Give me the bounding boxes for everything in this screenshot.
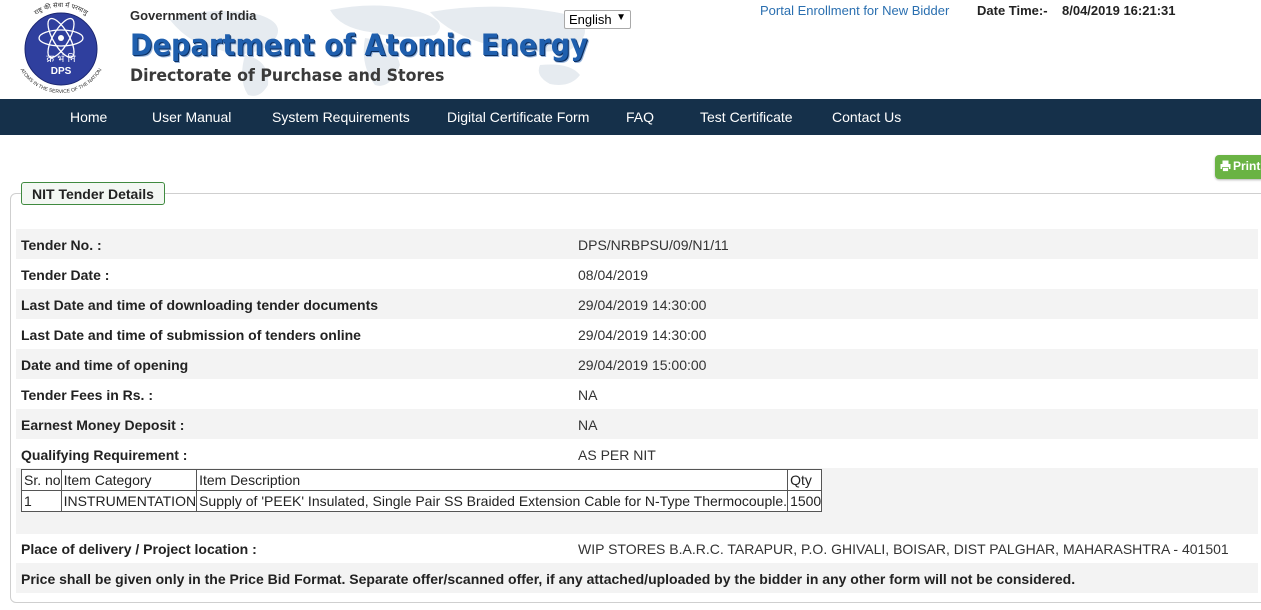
detail-row: Earnest Money Deposit : NA — [16, 409, 1258, 439]
price-note: Price shall be given only in the Price B… — [21, 571, 1076, 587]
logo-hindi-text: क्र भं नि — [46, 53, 76, 65]
print-label: Print — [1233, 159, 1261, 173]
table-header-cell: Qty — [787, 469, 823, 491]
delivery-value: WIP STORES B.A.R.C. TARAPUR, P.O. GHIVAL… — [578, 541, 1229, 557]
detail-row: Last Date and time of downloading tender… — [16, 289, 1258, 319]
directorate-subtitle: Directorate of Purchase and Stores — [130, 66, 445, 86]
price-note-row: Price shall be given only in the Price B… — [16, 563, 1258, 593]
dropdown-arrow-icon: ▼ — [616, 12, 626, 23]
detail-label: Earnest Money Deposit : — [21, 417, 185, 433]
detail-row: Date and time of opening 29/04/2019 15:0… — [16, 349, 1258, 379]
section-title: NIT Tender Details — [21, 182, 165, 205]
nav-user-manual[interactable]: User Manual — [152, 109, 231, 125]
datetime-value: 8/04/2019 16:21:31 — [1062, 3, 1176, 18]
items-table: Sr. no Item Category Item Description Qt… — [21, 469, 823, 512]
nav-faq[interactable]: FAQ — [626, 109, 654, 125]
nav-system-requirements[interactable]: System Requirements — [272, 109, 410, 125]
detail-value: AS PER NIT — [578, 447, 656, 463]
detail-row: Tender Date : 08/04/2019 — [16, 259, 1258, 289]
datetime-label: Date Time:- — [977, 3, 1048, 18]
delivery-label: Place of delivery / Project location : — [21, 541, 257, 557]
table-header-cell: Sr. no — [21, 469, 62, 491]
printer-icon — [1220, 160, 1231, 172]
detail-value: NA — [578, 417, 598, 433]
detail-label: Qualifying Requirement : — [21, 447, 188, 463]
nav-digital-certificate-form[interactable]: Digital Certificate Form — [447, 109, 589, 125]
nav-home[interactable]: Home — [70, 109, 107, 125]
language-select[interactable]: English ▼ — [564, 10, 631, 29]
detail-label: Last Date and time of submission of tend… — [21, 327, 361, 343]
detail-label: Last Date and time of downloading tender… — [21, 297, 379, 313]
main-navigation: Home User Manual System Requirements Dig… — [0, 99, 1261, 135]
detail-value: 29/04/2019 14:30:00 — [578, 327, 707, 343]
department-title: Department of Atomic Energy — [130, 28, 589, 62]
detail-value: 29/04/2019 14:30:00 — [578, 297, 707, 313]
table-row: 1 INSTRUMENTATION Supply of 'PEEK' Insul… — [21, 490, 823, 512]
detail-value: NA — [578, 387, 598, 403]
nav-test-certificate[interactable]: Test Certificate — [700, 109, 793, 125]
logo-dps-text: DPS — [51, 66, 72, 77]
site-header: क्र भं नि DPS राष्ट्र की सेवा में परमाणु… — [0, 0, 1261, 99]
table-cell: 1500 — [787, 490, 823, 512]
delivery-row: Place of delivery / Project location : W… — [16, 533, 1258, 563]
table-cell: Supply of 'PEEK' Insulated, Single Pair … — [196, 490, 789, 512]
detail-label: Tender Date : — [21, 267, 110, 283]
table-header-cell: Item Description — [196, 469, 789, 491]
detail-value: DPS/NRBPSU/09/N1/11 — [578, 237, 729, 253]
nav-contact-us[interactable]: Contact Us — [832, 109, 901, 125]
dps-logo: क्र भं नि DPS राष्ट्र की सेवा में परमाणु… — [19, 2, 104, 95]
print-button[interactable]: Print — [1215, 155, 1261, 179]
government-label: Government of India — [130, 8, 257, 23]
detail-label: Tender No. : — [21, 237, 102, 253]
items-table-header-row: Sr. no Item Category Item Description Qt… — [21, 469, 823, 491]
detail-row: Tender No. : DPS/NRBPSU/09/N1/11 — [16, 229, 1258, 259]
detail-label: Date and time of opening — [21, 357, 189, 373]
table-cell: 1 — [21, 490, 62, 512]
portal-enrollment-link[interactable]: Portal Enrollment for New Bidder — [760, 3, 949, 18]
detail-label: Tender Fees in Rs. : — [21, 387, 153, 403]
language-select-value: English — [569, 12, 612, 27]
table-cell: INSTRUMENTATION — [60, 490, 198, 512]
detail-row: Tender Fees in Rs. : NA — [16, 379, 1258, 409]
detail-row: Qualifying Requirement : AS PER NIT — [16, 439, 1258, 469]
detail-value: 29/04/2019 15:00:00 — [578, 357, 707, 373]
table-header-cell: Item Category — [60, 469, 198, 491]
detail-value: 08/04/2019 — [578, 267, 649, 283]
detail-row: Last Date and time of submission of tend… — [16, 319, 1258, 349]
